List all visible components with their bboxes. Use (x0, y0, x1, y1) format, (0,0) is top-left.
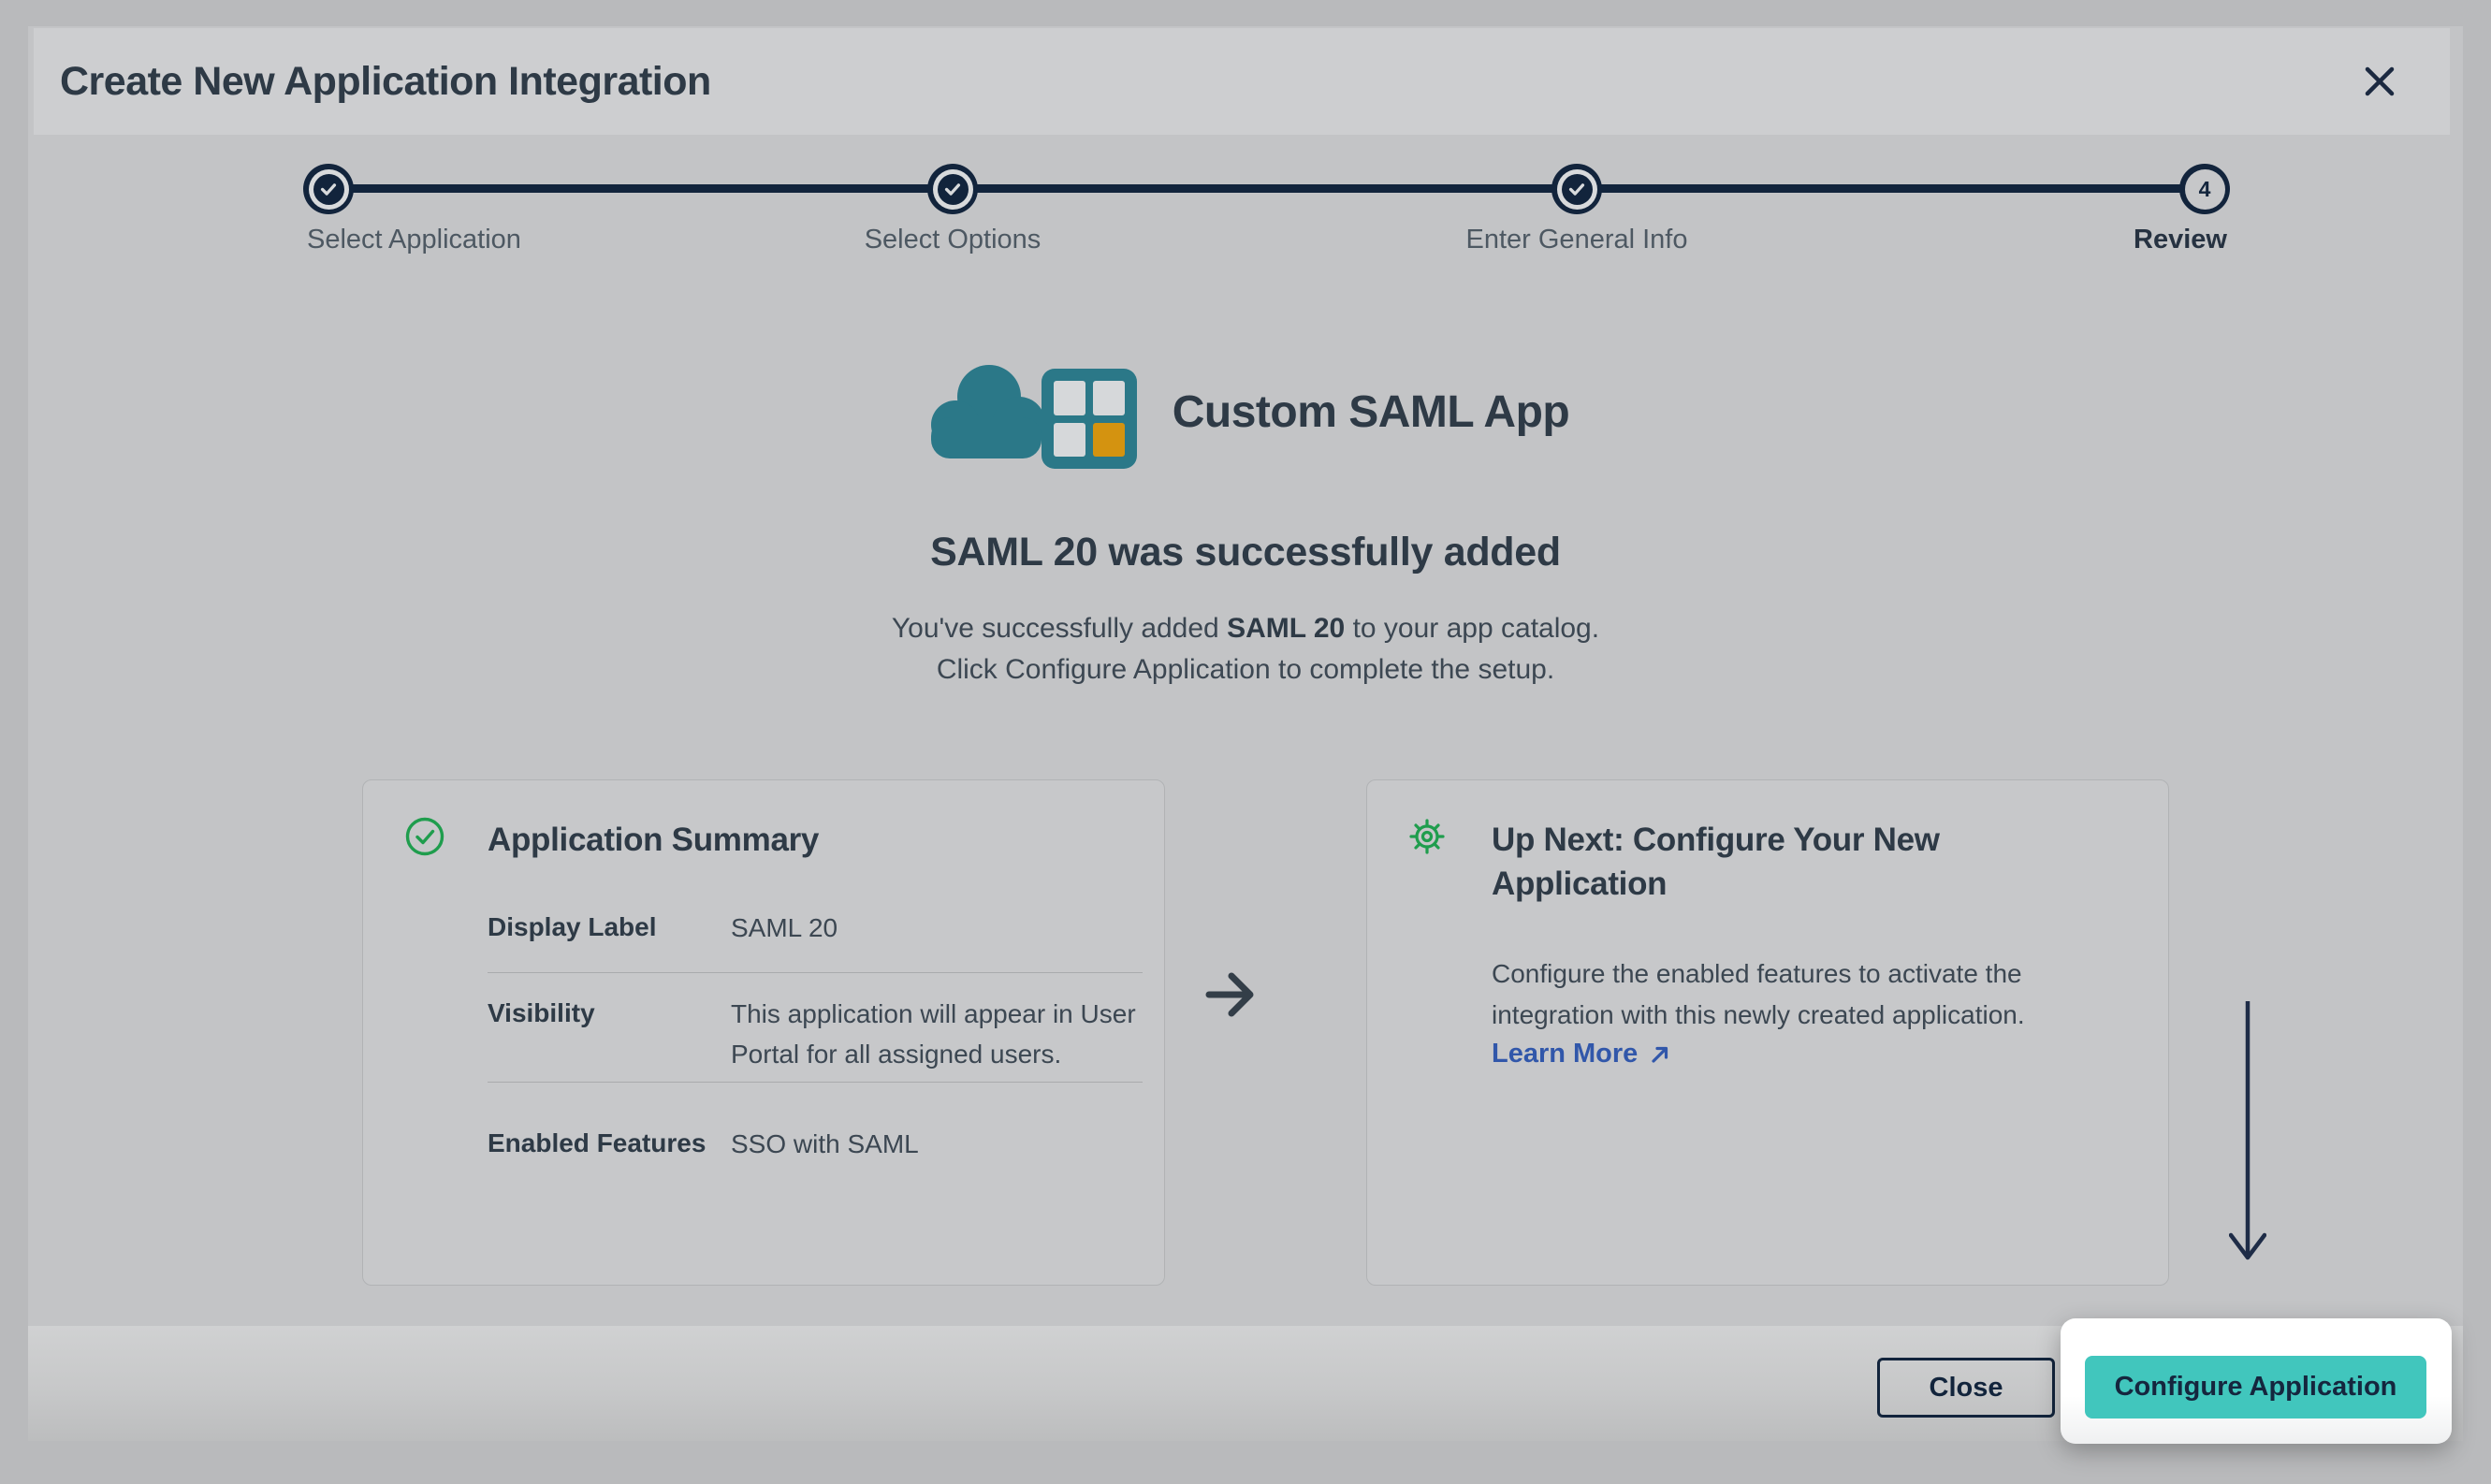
close-button[interactable]: Close (1877, 1358, 2055, 1418)
step-label-select-options[interactable]: Select Options (865, 225, 1042, 255)
up-next-card-body: Configure the enabled features to activa… (1492, 953, 2100, 1036)
step-2-indicator-complete[interactable] (927, 164, 978, 214)
app-grid-icon (1042, 369, 1137, 469)
up-next-card-title: Up Next: Configure Your New Application (1492, 818, 2081, 906)
step-3-indicator-complete[interactable] (1551, 164, 1602, 214)
step-label-review[interactable]: Review (2134, 225, 2227, 255)
gear-icon (1406, 816, 1448, 862)
configure-application-button[interactable]: Configure Application (2085, 1356, 2426, 1419)
success-heading: SAML 20 was successfully added (0, 530, 2491, 575)
step-label-select-application[interactable]: Select Application (307, 225, 521, 255)
application-summary-card: Application Summary Display Label SAML 2… (362, 779, 1165, 1286)
up-next-card: Up Next: Configure Your New Application … (1366, 779, 2169, 1286)
step-1-indicator-complete[interactable] (303, 164, 354, 214)
stepper-progress-line (328, 184, 2205, 193)
summary-row-display-label: Display Label SAML 20 (488, 902, 1143, 973)
check-icon (942, 179, 963, 199)
step-label-enter-general-info[interactable]: Enter General Info (1466, 225, 1688, 255)
external-link-arrow-icon (1649, 1043, 1671, 1066)
app-logo: Custom SAML App (0, 354, 2491, 470)
check-icon (1566, 179, 1587, 199)
check-icon (318, 179, 339, 199)
custom-saml-app-logo-icon (922, 354, 1139, 470)
create-app-integration-dialog: Create New Application Integration (0, 0, 2491, 1484)
success-subtext: You've successfully added SAML 20 to you… (0, 608, 2491, 691)
arrow-right-icon (1203, 966, 1261, 1028)
summary-row-enabled-features: Enabled Features SSO with SAML (488, 1083, 1143, 1183)
close-icon[interactable] (2354, 56, 2405, 107)
app-logo-text: Custom SAML App (1173, 386, 1569, 438)
cloud-icon (922, 356, 1055, 466)
app-name-bold: SAML 20 (1227, 613, 1345, 644)
learn-more-link[interactable]: Learn More (1492, 1039, 1671, 1069)
check-circle-icon (404, 816, 445, 862)
summary-row-visibility: Visibility This application will appear … (488, 973, 1143, 1083)
success-line-1: You've successfully added SAML 20 to you… (0, 608, 2491, 649)
success-line-2: Click Configure Application to complete … (0, 649, 2491, 691)
dialog-title: Create New Application Integration (60, 28, 711, 135)
summary-card-title: Application Summary (488, 818, 1077, 862)
step-4-indicator-current[interactable]: 4 (2179, 164, 2230, 214)
tutorial-spotlight: Configure Application (2061, 1318, 2452, 1444)
summary-rows: Display Label SAML 20 Visibility This ap… (488, 902, 1143, 1183)
modal-header: Create New Application Integration (34, 28, 2450, 135)
arrow-down-annotation-icon (2229, 999, 2266, 1270)
